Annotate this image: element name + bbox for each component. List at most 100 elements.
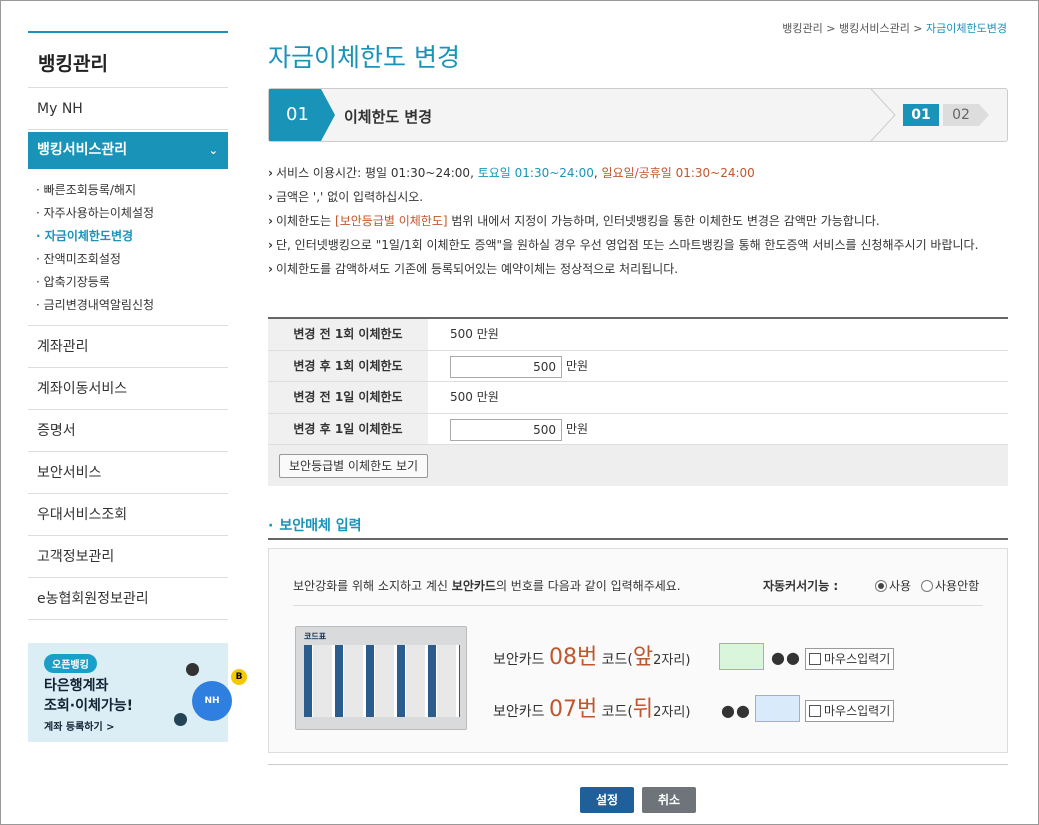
masked-digits: ●● bbox=[771, 648, 801, 667]
unit-label: 만원 bbox=[566, 358, 589, 373]
radio-auto-cursor-on[interactable]: 사용 bbox=[875, 577, 911, 594]
table-row: 변경 후 1일 이체한도 500 만원 bbox=[268, 413, 1008, 445]
sidebar-item-preferred[interactable]: 우대서비스조회 bbox=[28, 494, 228, 536]
security-card-image: 코드표 bbox=[295, 626, 467, 730]
checkbox-label: 마우스입력기 bbox=[824, 704, 891, 718]
divider bbox=[293, 605, 983, 606]
step-arrow-icon bbox=[321, 89, 335, 141]
cancel-button[interactable]: 취소 bbox=[642, 787, 696, 813]
step-label: 이체한도 변경 bbox=[344, 108, 433, 126]
notice-increase: 단, 인터넷뱅킹으로 "1일/1회 이체한도 증액"을 원하실 경우 우선 영업… bbox=[268, 237, 1008, 254]
open-banking-banner[interactable]: 오픈뱅킹 타은행계좌 조회·이체가능! 계좌 등록하기 > B NH bbox=[28, 643, 247, 742]
banner-tag: 오픈뱅킹 bbox=[44, 654, 97, 673]
submenu-item-quick-inquiry[interactable]: · 빠른조회등록/해지 bbox=[36, 179, 228, 202]
submenu-item-transfer-limit[interactable]: · 자금이체한도변경 bbox=[36, 225, 228, 248]
card-code-label: 코드( bbox=[597, 652, 633, 668]
submenu-item-compress-ledger[interactable]: · 압축기장등록 bbox=[36, 271, 228, 294]
breadcrumb-item[interactable]: 뱅킹관리 > bbox=[782, 22, 839, 35]
notice-grade-link: [보안등급별 이체한도] bbox=[335, 214, 448, 228]
masked-digits: ●● bbox=[721, 701, 751, 720]
section-divider bbox=[268, 538, 1008, 540]
unit-label: 만원 bbox=[566, 421, 589, 436]
checkbox-icon bbox=[809, 705, 821, 717]
row-label: 변경 후 1일 이체한도 bbox=[268, 413, 428, 444]
sidebar: 뱅킹관리 My NH 뱅킹서비스관리 ⌄ · 빠른조회등록/해지 · 자주사용하… bbox=[28, 31, 228, 620]
banner-headline-2: 조회·이체가능! bbox=[44, 698, 133, 714]
sidebar-item-certificates[interactable]: 증명서 bbox=[28, 410, 228, 452]
submenu-item-rate-alert[interactable]: · 금리변경내역알림신청 bbox=[36, 294, 228, 317]
sidebar-item-accounts[interactable]: 계좌관리 bbox=[28, 326, 228, 368]
daily-limit-input[interactable]: 500 bbox=[450, 418, 562, 441]
card-prefix: 보안카드 bbox=[493, 704, 549, 720]
radio-label: 사용안함 bbox=[935, 579, 980, 593]
sidebar-item-member-info[interactable]: e농협회원정보관리 bbox=[28, 578, 228, 620]
row-label: 변경 전 1일 이체한도 bbox=[268, 382, 428, 413]
card-code-input-1[interactable] bbox=[719, 643, 764, 670]
sidebar-title: 뱅킹관리 bbox=[28, 31, 228, 88]
sidebar-item-customer-info[interactable]: 고객정보관리 bbox=[28, 536, 228, 578]
sidebar-item-security[interactable]: 보안서비스 bbox=[28, 452, 228, 494]
per-transfer-limit-input[interactable]: 500 bbox=[450, 355, 562, 378]
sidebar-submenu: · 빠른조회등록/해지 · 자주사용하는이체설정 · 자금이체한도변경 · 잔액… bbox=[28, 169, 228, 326]
card-row-1: 보안카드 08번 코드(앞2자리) bbox=[493, 639, 690, 671]
nh-logo-icon: NH bbox=[192, 681, 232, 721]
banner-headline-1: 타은행계좌 bbox=[44, 678, 109, 694]
card-number: 08번 bbox=[548, 645, 598, 670]
table-row: 변경 전 1일 이체한도 500 만원 bbox=[268, 382, 1008, 414]
breadcrumb-current: 자금이체한도변경 bbox=[926, 22, 1007, 35]
card-suffix: 2자리) bbox=[653, 653, 691, 668]
desc-emphasis: 보안카드 bbox=[451, 579, 496, 593]
step-indicator-next: 02 bbox=[943, 104, 979, 126]
auto-cursor-label: 자동커서기능 : bbox=[763, 579, 839, 593]
security-card-box: 보안강화를 위해 소지하고 계신 보안카드의 번호를 다음과 같이 입력해주세요… bbox=[268, 548, 1008, 753]
submenu-item-balance-hide[interactable]: · 잔액미조회설정 bbox=[36, 248, 228, 271]
limit-table: 변경 전 1회 이체한도 500 만원 변경 후 1회 이체한도 500 만원 … bbox=[268, 317, 1008, 486]
hours-separator: , bbox=[593, 166, 602, 180]
security-description: 보안강화를 위해 소지하고 계신 보안카드의 번호를 다음과 같이 입력해주세요… bbox=[293, 577, 681, 594]
card-prefix: 보안카드 bbox=[493, 652, 549, 668]
card-position: 뒤 bbox=[632, 697, 654, 722]
table-row: 변경 후 1회 이체한도 500 만원 bbox=[268, 350, 1008, 382]
kb-logo-icon: B bbox=[231, 669, 247, 685]
mouse-input-toggle-2[interactable]: 마우스입력기 bbox=[805, 700, 895, 722]
mouse-input-toggle-1[interactable]: 마우스입력기 bbox=[805, 648, 895, 670]
view-grade-limit-button[interactable]: 보안등급별 이체한도 보기 bbox=[279, 454, 429, 478]
card-grid-graphic bbox=[304, 645, 460, 717]
row-value: 500 만원 bbox=[450, 327, 499, 341]
row-value: 500 만원 bbox=[450, 390, 499, 404]
notice-service-hours: 서비스 이용시간: 평일 01:30~24:00, 토요일 01:30~24:0… bbox=[268, 165, 1008, 182]
desc-text: 보안강화를 위해 소지하고 계신 bbox=[293, 579, 452, 593]
notice-amount-format: 금액은 ',' 없이 입력하십시오. bbox=[268, 189, 1008, 206]
submenu-item-frequent-transfer[interactable]: · 자주사용하는이체설정 bbox=[36, 202, 228, 225]
step-number: 01 bbox=[269, 89, 321, 141]
sidebar-item-my-nh[interactable]: My NH bbox=[28, 88, 228, 130]
card-position: 앞 bbox=[632, 645, 654, 670]
radio-unchecked-icon bbox=[921, 580, 933, 592]
sidebar-item-account-move[interactable]: 계좌이동서비스 bbox=[28, 368, 228, 410]
submit-button[interactable]: 설정 bbox=[580, 787, 634, 813]
radio-auto-cursor-off[interactable]: 사용안함 bbox=[921, 577, 979, 594]
section-title: 보안매체 입력 bbox=[268, 515, 361, 535]
row-label: 변경 전 1회 이체한도 bbox=[268, 319, 428, 350]
breadcrumb: 뱅킹관리 > 뱅킹서비스관리 > 자금이체한도변경 bbox=[782, 20, 1007, 36]
bank-logo-icon bbox=[174, 713, 187, 726]
banner-register-link[interactable]: 계좌 등록하기 > bbox=[44, 718, 115, 733]
breadcrumb-item[interactable]: 뱅킹서비스관리 > bbox=[839, 22, 926, 35]
step-divider-icon bbox=[870, 89, 896, 141]
hours-holiday: 일요일/공휴일 01:30~24:00 bbox=[601, 166, 755, 180]
sidebar-item-banking-service[interactable]: 뱅킹서비스관리 ⌄ bbox=[28, 132, 228, 169]
checkbox-icon bbox=[809, 653, 821, 665]
card-number: 07번 bbox=[548, 697, 598, 722]
row-label: 변경 후 1회 이체한도 bbox=[268, 350, 428, 381]
checkbox-label: 마우스입력기 bbox=[824, 652, 891, 666]
page-title: 자금이체한도 변경 bbox=[268, 43, 460, 72]
chevron-down-icon: ⌄ bbox=[208, 144, 218, 157]
step-indicator: 01 02 bbox=[903, 104, 993, 126]
bank-logo-icon bbox=[186, 663, 199, 676]
step-header: 01 이체한도 변경 01 02 bbox=[268, 88, 1008, 142]
card-code-input-2[interactable] bbox=[755, 695, 800, 722]
card-suffix: 2자리) bbox=[653, 705, 691, 720]
radio-checked-icon bbox=[875, 580, 887, 592]
table-footer: 보안등급별 이체한도 보기 bbox=[268, 445, 1008, 486]
step-indicator-arrow-icon bbox=[979, 104, 989, 126]
